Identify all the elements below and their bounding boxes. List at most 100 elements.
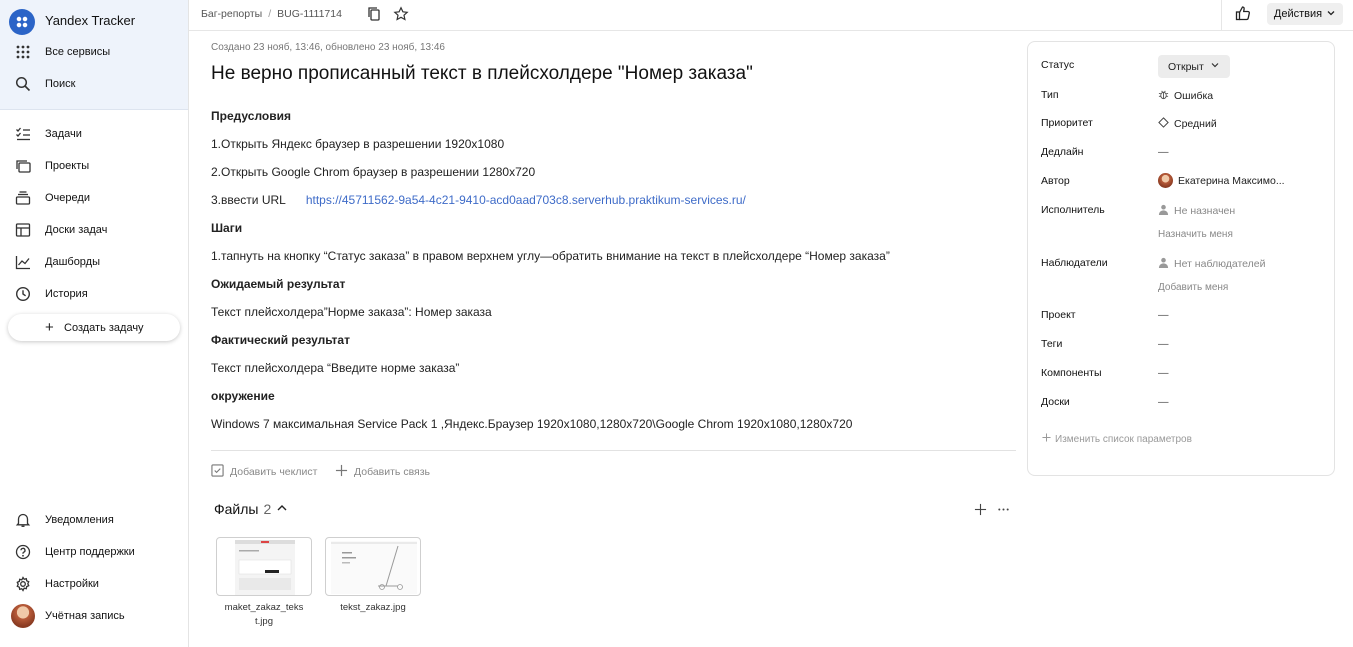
thumbs-up-icon (1235, 5, 1251, 26)
avatar (10, 604, 35, 628)
url-link[interactable]: https://45711562-9a54-4c21-9410-acd0aad7… (306, 193, 746, 207)
followers-value: Нет наблюдателей (1174, 258, 1266, 270)
sidebar-item-label: Задачи (45, 128, 82, 140)
tracker-logo-icon[interactable] (9, 9, 35, 35)
assign-me-link[interactable]: Назначить меня (1158, 229, 1233, 240)
file-name[interactable]: tekst_zakaz.jpg (325, 601, 421, 615)
sidebar-item-label: Учётная запись (45, 610, 125, 622)
gear-icon (0, 576, 45, 592)
actions-dropdown[interactable]: Действия (1267, 3, 1343, 25)
status-field[interactable]: Открыт (1158, 55, 1230, 78)
desc-heading-steps: Шаги (211, 221, 243, 235)
sidebar-item-notifications[interactable]: Уведомления (0, 506, 188, 534)
search-icon (0, 76, 45, 92)
issue-title[interactable]: Не верно прописанный текст в плейсхолдер… (211, 63, 753, 85)
sidebar-item-all-services[interactable]: Все сервисы (0, 38, 188, 66)
author-avatar (1158, 173, 1173, 188)
breadcrumb-queue[interactable]: Баг-репорты (201, 8, 262, 20)
type-field[interactable]: Ошибка (1158, 89, 1213, 103)
create-task-button[interactable]: + Создать задачу (8, 314, 180, 341)
sidebar-item-label: Поиск (45, 78, 76, 90)
sidebar-item-label: Доски задач (45, 224, 108, 236)
file-name[interactable]: maket_zakaz_teks t.jpg (216, 601, 312, 629)
person-icon (1158, 204, 1169, 218)
chevron-down-icon (1210, 60, 1220, 73)
file-name-line: tekst_zakaz.jpg (340, 602, 406, 613)
desc-text: 3.ввести URL (211, 193, 286, 207)
sidebar-item-dashboards[interactable]: Дашборды (0, 248, 188, 276)
desc-line: Текст плейсхолдера “Введите норме заказа… (211, 361, 460, 375)
file-thumbnail[interactable] (216, 537, 312, 596)
deadline-value[interactable]: — (1158, 146, 1169, 158)
files-count: 2 (263, 501, 272, 517)
components-value[interactable]: — (1158, 367, 1169, 379)
sidebar-item-label: Очереди (45, 192, 90, 204)
status-value: Открыт (1168, 60, 1204, 73)
priority-field[interactable]: Средний (1158, 117, 1217, 131)
boards-icon (0, 222, 45, 238)
add-me-link[interactable]: Добавить меня (1158, 282, 1228, 293)
param-label: Теги (1041, 338, 1063, 350)
assignee-value: Не назначен (1174, 205, 1236, 217)
add-link-button[interactable]: Добавить связь (335, 464, 430, 480)
param-label: Исполнитель (1041, 204, 1105, 216)
issue-meta: Создано 23 нояб, 13:46, обновлено 23 ноя… (211, 42, 445, 53)
followers-field[interactable]: Нет наблюдателей (1158, 257, 1266, 271)
author-value: Екатерина Максимо... (1178, 174, 1285, 187)
add-link-label: Добавить связь (354, 466, 431, 478)
tags-value[interactable]: — (1158, 338, 1169, 350)
breadcrumb-issue-key[interactable]: BUG-1111714 (277, 8, 342, 20)
more-icon[interactable] (997, 503, 1010, 521)
desc-line-url: 3.ввести URL https://45711562-9a54-4c21-9… (211, 193, 746, 207)
files-header[interactable]: Файлы 2 (214, 501, 288, 517)
plus-icon: + (45, 319, 54, 336)
add-checklist-button[interactable]: Добавить чеклист (211, 464, 317, 480)
assignee-field[interactable]: Не назначен (1158, 204, 1235, 218)
projects-icon (0, 158, 45, 174)
bell-icon (0, 512, 45, 528)
file-thumbnail[interactable] (325, 537, 421, 596)
dashboards-icon (0, 254, 45, 270)
desc-line: 1.Открыть Яндекс браузер в разрешении 19… (211, 137, 505, 151)
star-icon[interactable] (393, 6, 409, 22)
param-label: Автор (1041, 175, 1070, 187)
project-value[interactable]: — (1158, 309, 1169, 321)
sidebar-item-tasks[interactable]: Задачи (0, 120, 188, 148)
file-preview-image (235, 540, 295, 595)
edit-params-label: Изменить список параметров (1055, 433, 1192, 445)
desc-heading-actual: Фактический результат (211, 333, 350, 347)
boards-value[interactable]: — (1158, 396, 1169, 408)
add-file-icon[interactable] (974, 503, 987, 521)
sidebar-item-label: Уведомления (45, 514, 114, 526)
sidebar-item-projects[interactable]: Проекты (0, 152, 188, 180)
divider (211, 450, 1016, 451)
sidebar-item-label: Настройки (45, 578, 99, 590)
sidebar-item-search[interactable]: Поиск (0, 70, 188, 98)
actions-label: Действия (1273, 8, 1323, 20)
sidebar-item-boards[interactable]: Доски задач (0, 216, 188, 244)
breadcrumb: Баг-репорты / BUG-1111714 (201, 8, 342, 20)
sidebar-item-account[interactable]: Учётная запись (0, 602, 188, 630)
sidebar-item-history[interactable]: История (0, 280, 188, 308)
param-label: Проект (1041, 309, 1076, 321)
status-dropdown[interactable]: Открыт (1158, 55, 1230, 78)
checkbox-icon (211, 464, 224, 480)
desc-line: 1.тапнуть на кнопку “Статус заказа” в пр… (211, 249, 890, 263)
author-field[interactable]: Екатерина Максимо... (1158, 173, 1285, 188)
desc-line: Windows 7 максимальная Service Pack 1 ,Я… (211, 417, 853, 431)
edit-params-button[interactable]: Изменить список параметров (1042, 433, 1192, 445)
sidebar-item-support[interactable]: Центр поддержки (0, 538, 188, 566)
top-bar: Баг-репорты / BUG-1111714 Действия (189, 0, 1353, 31)
like-button[interactable] (1221, 0, 1263, 31)
sidebar-item-settings[interactable]: Настройки (0, 570, 188, 598)
desc-heading-environment: окружение (211, 389, 275, 403)
type-value: Ошибка (1174, 90, 1214, 102)
issue-parameters-panel: Статус Открыт Тип Ошибка Приоритет Средн… (1027, 41, 1335, 476)
brand-name: Yandex Tracker (45, 13, 136, 28)
sidebar-item-queues[interactable]: Очереди (0, 184, 188, 212)
create-task-label: Создать задачу (64, 321, 144, 334)
copy-icon[interactable] (366, 6, 382, 22)
sidebar-item-label: Все сервисы (45, 46, 111, 58)
queues-icon (0, 190, 45, 206)
files-label: Файлы (214, 501, 259, 517)
